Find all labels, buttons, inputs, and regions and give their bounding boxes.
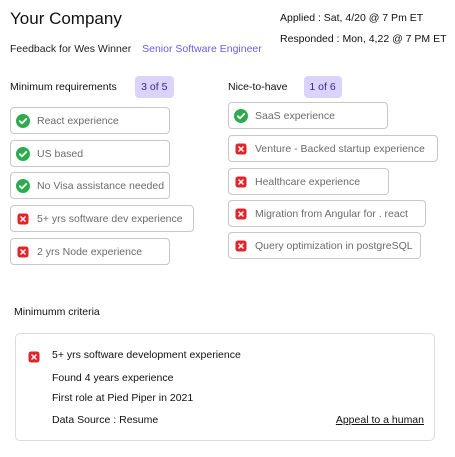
nice-label: Migration from Angular for . react [255,207,408,220]
responded-date: Responded : Mon, 4,22 @ 7 PM ET [280,33,447,45]
criteria-card: 5+ yrs software development experience F… [15,333,435,441]
role-link[interactable]: Senior Software Engineer [142,43,262,55]
check-icon [16,178,30,193]
nice-label: Query optimization in postgreSQL [255,239,413,252]
criteria-first-role: First role at Pied Piper in 2021 [52,392,194,404]
criteria-data-source: Data Source : Resume [52,414,159,426]
requirement-label: US based [37,147,84,160]
cross-icon [234,207,248,221]
nice-label: SaaS experience [255,109,335,122]
check-icon [16,146,30,161]
criteria-heading: 5+ yrs software development experience [52,349,241,361]
requirement-chip-react[interactable]: React experience [10,107,170,134]
criteria-found: Found 4 years experience [52,372,174,384]
requirement-label: No Visa assistance needed [37,179,165,192]
requirement-label: React experience [37,114,119,127]
applied-date: Applied : Sat, 4/20 @ 7 Pm ET [280,12,424,24]
cross-icon [16,212,30,226]
check-icon [16,113,30,128]
nice-label: Venture - Backed startup experience [255,142,425,155]
nice-to-have-header: Nice-to-have 1 of 6 [228,76,342,98]
nice-chip-venture[interactable]: Venture - Backed startup experience [228,135,438,162]
requirement-label: 5+ yrs software dev experience [37,212,183,225]
minimum-requirements-title: Minimum requirements [10,81,117,93]
nice-chip-query-optimization[interactable]: Query optimization in postgreSQL [228,232,421,259]
cross-icon [234,142,248,156]
requirement-chip-no-visa[interactable]: No Visa assistance needed [10,172,170,199]
requirement-chip-us-based[interactable]: US based [10,140,170,167]
requirement-chip-software-dev[interactable]: 5+ yrs software dev experience [10,205,194,232]
cross-icon [16,245,30,259]
check-icon [234,108,248,123]
criteria-title: Minimumm criteria [14,306,100,318]
minimum-requirements-badge: 3 of 5 [134,76,174,98]
nice-chip-saas[interactable]: SaaS experience [228,102,388,129]
minimum-requirements-header: Minimum requirements 3 of 5 [10,76,174,98]
cross-icon [27,350,41,364]
nice-chip-angular-migration[interactable]: Migration from Angular for . react [228,200,426,227]
nice-chip-healthcare[interactable]: Healthcare experience [228,168,389,195]
appeal-to-human-link[interactable]: Appeal to a human [336,414,424,426]
nice-to-have-title: Nice-to-have [228,81,288,93]
feedback-header: Feedback for Wes Winner Senior Software … [10,43,262,55]
cross-icon [234,175,248,189]
nice-to-have-badge: 1 of 6 [303,76,342,98]
requirement-chip-node[interactable]: 2 yrs Node experience [10,238,170,265]
company-name: Your Company [10,9,122,28]
nice-label: Healthcare experience [255,175,361,188]
cross-icon [234,239,248,253]
requirement-label: 2 yrs Node experience [37,245,143,258]
feedback-for-label: Feedback for Wes Winner [10,43,132,55]
